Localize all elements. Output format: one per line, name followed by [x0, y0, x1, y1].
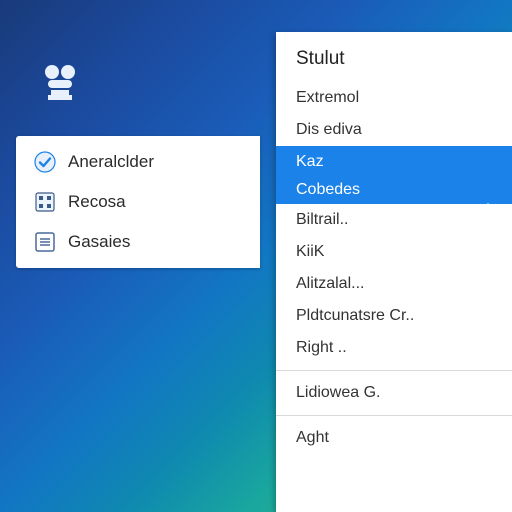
desktop-logo-icon [38, 62, 82, 106]
context-menu-item-label: Dis ediva [296, 121, 362, 138]
context-menu-item-label: Pldtcunatsre Cr.. [296, 307, 414, 324]
context-menu-item[interactable]: Pldtcunatsre Cr.. [276, 300, 512, 332]
context-menu-item[interactable]: Aght [276, 422, 512, 454]
left-panel-item-gasaies[interactable]: Gasaies [16, 222, 260, 262]
desktop: Aneralclder Recosa Gasaies Stulut Extrem… [0, 0, 512, 512]
context-menu-item-selected[interactable]: Cobedes [276, 176, 512, 204]
left-panel-item-label: Aneralclder [68, 152, 154, 172]
grid-icon [34, 191, 56, 213]
context-menu-item-label: Right .. [296, 339, 347, 356]
context-menu-item-label: Kaz [296, 153, 324, 170]
list-icon [34, 231, 56, 253]
left-panel-item-label: Recosa [68, 192, 126, 212]
context-menu-item-label: Alitzalal... [296, 275, 364, 292]
left-panel-item-recosa[interactable]: Recosa [16, 182, 260, 222]
context-menu-item-selected[interactable]: Kaz [276, 146, 512, 176]
left-panel-item-label: Gasaies [68, 232, 130, 252]
context-menu-heading: Stulut [276, 32, 512, 82]
menu-separator [276, 370, 512, 371]
context-menu-item[interactable]: Lidiowea G. [276, 377, 512, 409]
check-circle-icon [34, 151, 56, 173]
context-menu: Stulut Extremol Dis ediva Kaz Cobedes Bi… [276, 32, 512, 512]
menu-separator [276, 415, 512, 416]
context-menu-item-label: Aght [296, 429, 329, 446]
context-menu-item[interactable]: Right .. [276, 332, 512, 364]
context-menu-item-label: Lidiowea G. [296, 384, 381, 401]
context-menu-item-label: KiiK [296, 243, 324, 260]
context-menu-item[interactable]: Biltrail.. [276, 204, 512, 236]
context-menu-item[interactable]: KiiK [276, 236, 512, 268]
context-menu-item[interactable]: Dis ediva [276, 114, 512, 146]
context-menu-item-label: Cobedes [296, 181, 360, 198]
context-menu-item-label: Extremol [296, 89, 359, 106]
context-menu-item[interactable]: Extremol [276, 82, 512, 114]
context-menu-item[interactable]: Alitzalal... [276, 268, 512, 300]
context-menu-item-label: Biltrail.. [296, 211, 348, 228]
left-panel-item-aneralclder[interactable]: Aneralclder [16, 142, 260, 182]
left-panel: Aneralclder Recosa Gasaies [16, 136, 260, 268]
